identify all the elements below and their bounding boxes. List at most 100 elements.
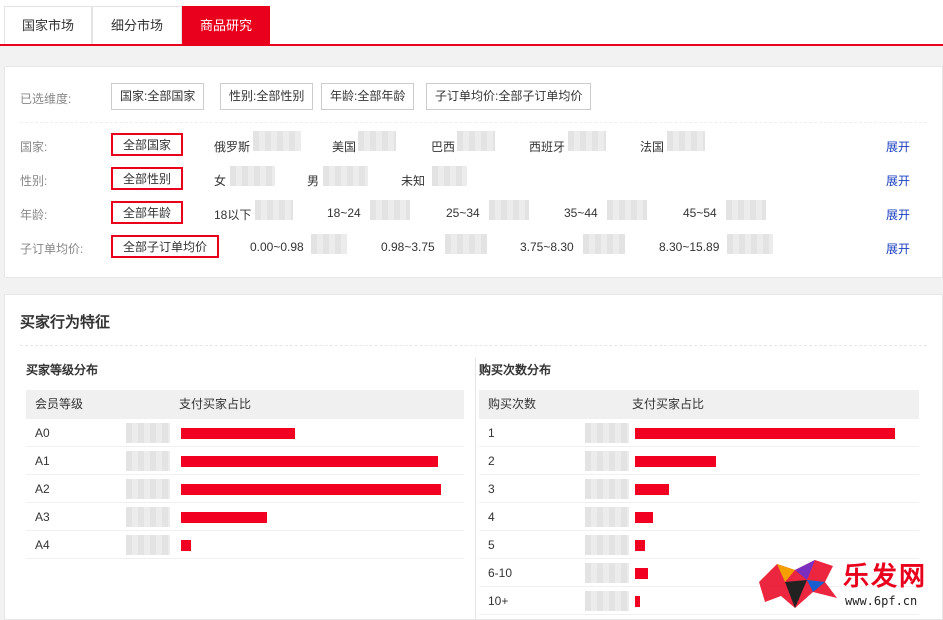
expand-link-order-price[interactable]: 展开: [886, 240, 910, 257]
selected-dimensions-label: 已选维度:: [20, 92, 72, 106]
blurred-value: [489, 200, 529, 220]
blurred-value: [126, 451, 170, 471]
blurred-value: [585, 535, 629, 555]
blurred-value: [311, 234, 347, 254]
filter-all-country[interactable]: 全部国家: [111, 133, 184, 156]
blurred-value: [370, 200, 410, 220]
row-label: 10+: [488, 594, 509, 608]
share-bar: [181, 512, 267, 523]
filter-all-order-price[interactable]: 全部子订单均价: [111, 235, 220, 258]
filter-option[interactable]: 25~34: [446, 206, 480, 220]
row-label: 3: [488, 482, 495, 496]
share-bar: [635, 568, 648, 579]
selected-chip-order-price[interactable]: 子订单均价:全部子订单均价: [426, 83, 592, 110]
filter-label-country: 国家:: [20, 140, 48, 154]
blurred-value: [126, 479, 170, 499]
table-row: A1: [26, 447, 464, 475]
filter-option[interactable]: 8.30~15.89: [659, 240, 719, 254]
filter-option[interactable]: 俄罗斯: [214, 138, 250, 155]
row-label: A2: [35, 482, 50, 496]
row-label: A0: [35, 426, 50, 440]
expand-link-gender[interactable]: 展开: [886, 172, 910, 189]
section-divider: [20, 345, 927, 346]
filter-panel: 已选维度: 国家:全部国家 性别:全部性别 年龄:全部年龄 子订单均价:全部子订…: [4, 66, 943, 278]
filter-option[interactable]: 男: [307, 172, 319, 189]
filter-option[interactable]: 18以下: [214, 206, 251, 223]
share-bar: [635, 484, 669, 495]
table-row: 3: [479, 475, 919, 503]
tab-segment-market[interactable]: 细分市场: [92, 6, 182, 44]
table-row: 4: [479, 503, 919, 531]
tab-bar: 国家市场 细分市场 商品研究: [0, 0, 943, 46]
col-pay-share: 支付买家占比: [632, 397, 705, 411]
filter-option[interactable]: 女: [214, 172, 226, 189]
level-dist-title: 买家等级分布: [26, 363, 99, 377]
blurred-value: [358, 131, 396, 151]
share-bar: [635, 512, 653, 523]
purchase-table-header: 购买次数 支付买家占比: [479, 390, 919, 419]
blurred-value: [126, 507, 170, 527]
purchase-dist-title: 购买次数分布: [479, 363, 552, 377]
blurred-value: [126, 423, 170, 443]
filter-label-gender: 性别:: [20, 174, 48, 188]
table-row: A4: [26, 531, 464, 559]
watermark-url: www.6pf.cn: [845, 594, 918, 608]
blurred-value: [432, 166, 467, 186]
blurred-value: [585, 451, 629, 471]
share-bar: [635, 456, 716, 467]
table-row: A0: [26, 419, 464, 447]
selected-chip-country[interactable]: 国家:全部国家: [111, 83, 205, 110]
blurred-value: [457, 131, 495, 151]
filter-option[interactable]: 3.75~8.30: [520, 240, 574, 254]
filter-option[interactable]: 西班牙: [529, 138, 565, 155]
blurred-value: [568, 131, 606, 151]
filter-label-order-price: 子订单均价:: [20, 242, 84, 256]
level-table-header: 会员等级 支付买家占比: [26, 390, 464, 419]
filter-option[interactable]: 0.00~0.98: [250, 240, 304, 254]
selected-chip-age[interactable]: 年龄:全部年龄: [321, 83, 415, 110]
row-label: 6-10: [488, 566, 513, 580]
col-member-level: 会员等级: [35, 397, 84, 411]
filter-divider: [20, 122, 927, 123]
share-bar: [181, 428, 295, 439]
blurred-value: [585, 507, 629, 527]
filter-option[interactable]: 18~24: [327, 206, 361, 220]
filter-option[interactable]: 巴西: [431, 138, 455, 155]
blurred-value: [445, 234, 487, 254]
filter-option[interactable]: 35~44: [564, 206, 598, 220]
filter-option[interactable]: 未知: [401, 172, 425, 189]
tab-country-market[interactable]: 国家市场: [4, 6, 92, 44]
column-divider: [475, 357, 476, 619]
filter-option[interactable]: 美国: [332, 138, 356, 155]
blurred-value: [607, 200, 647, 220]
share-bar: [635, 540, 645, 551]
table-row: A2: [26, 475, 464, 503]
row-label: 5: [488, 538, 495, 552]
blurred-value: [585, 479, 629, 499]
blurred-value: [253, 131, 301, 151]
selected-chip-gender[interactable]: 性别:全部性别: [220, 83, 314, 110]
blurred-value: [583, 234, 625, 254]
filter-option[interactable]: 45~54: [683, 206, 717, 220]
share-bar: [181, 456, 438, 467]
filter-all-gender[interactable]: 全部性别: [111, 167, 184, 190]
blurred-value: [726, 200, 766, 220]
table-row: 2: [479, 447, 919, 475]
row-label: 4: [488, 510, 495, 524]
col-pay-share: 支付买家占比: [179, 397, 252, 411]
filter-option[interactable]: 法国: [640, 138, 664, 155]
filter-all-age[interactable]: 全部年龄: [111, 201, 184, 224]
filter-option[interactable]: 0.98~3.75: [381, 240, 435, 254]
blurred-value: [230, 166, 275, 186]
blurred-value: [126, 535, 170, 555]
share-bar: [181, 484, 441, 495]
tab-product-research[interactable]: 商品研究: [182, 6, 270, 44]
expand-link-country[interactable]: 展开: [886, 138, 910, 155]
filter-label-age: 年龄:: [20, 208, 48, 222]
row-label: 2: [488, 454, 495, 468]
bull-logo-icon: [759, 560, 837, 608]
blurred-value: [255, 200, 293, 220]
expand-link-age[interactable]: 展开: [886, 206, 910, 223]
col-purchase-count: 购买次数: [488, 397, 537, 411]
row-label: A3: [35, 510, 50, 524]
